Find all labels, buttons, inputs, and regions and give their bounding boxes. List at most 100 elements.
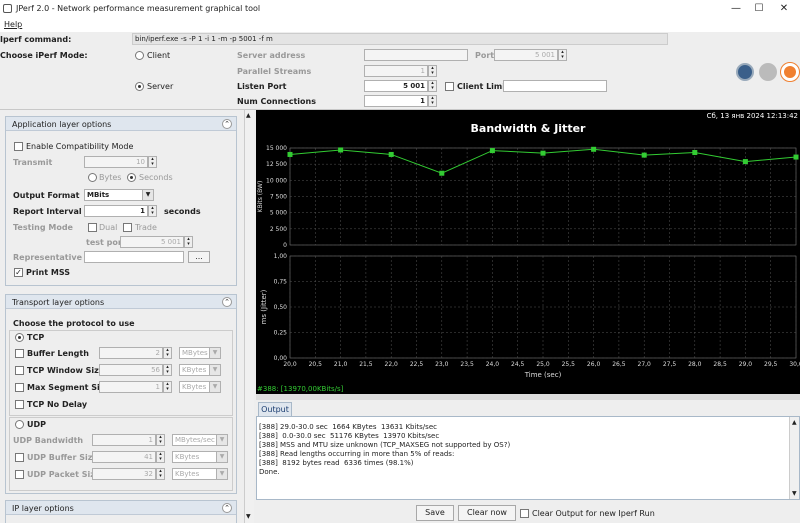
rep-file-input[interactable]: [84, 251, 184, 263]
buffer-input[interactable]: 2: [99, 347, 163, 359]
seconds-radio[interactable]: [127, 173, 136, 182]
tab-output[interactable]: Output: [258, 402, 292, 416]
trade-checkbox[interactable]: [123, 223, 132, 232]
udp-bw-spinner[interactable]: ▴ ▾: [156, 434, 165, 446]
chart-title: Bandwidth & Jitter: [471, 122, 587, 135]
test-port-input[interactable]: 5 001: [120, 236, 184, 248]
collapse-icon[interactable]: ⌃: [222, 503, 232, 513]
mss-unit-select[interactable]: KBytes ▼: [179, 381, 221, 393]
y-tick-label: 12 500: [266, 161, 287, 168]
nodelay-checkbox[interactable]: [15, 400, 24, 409]
client-limit-checkbox[interactable]: [445, 82, 454, 91]
buffer-checkbox[interactable]: [15, 349, 24, 358]
listen-port-spinner[interactable]: ▴ ▾: [428, 80, 437, 92]
num-conn-input[interactable]: 1: [364, 95, 428, 107]
parallel-input[interactable]: 1: [364, 65, 428, 77]
x-tick-label: 21,5: [359, 361, 373, 368]
x-tick-label: 29,0: [739, 361, 753, 368]
udp-buf-input[interactable]: 41: [92, 451, 156, 463]
data-point: [641, 152, 647, 158]
collapse-icon[interactable]: ⌃: [222, 119, 232, 129]
mss-checkbox[interactable]: [15, 383, 24, 392]
run-icon[interactable]: [736, 63, 754, 81]
chevron-down-icon: ▼: [216, 435, 227, 445]
port-spinner[interactable]: ▴ ▾: [558, 49, 567, 61]
output-scrollbar[interactable]: ▲ ▼: [789, 417, 799, 499]
print-mss-checkbox[interactable]: ✓: [14, 268, 23, 277]
compat-checkbox[interactable]: [14, 142, 23, 151]
output-line: [388] MSS and MTU size unknown (TCP_MAXS…: [259, 441, 511, 449]
server-address-label: Server address: [237, 51, 306, 60]
interval-spinner[interactable]: ▴ ▾: [148, 205, 157, 217]
output-panel: Output [388] 29.0-30.0 sec 1664 KBytes 1…: [256, 400, 800, 500]
port-label: Port: [475, 51, 495, 60]
dual-checkbox[interactable]: [88, 223, 97, 232]
udp-pkt-unit: KBytes: [175, 470, 200, 478]
format-select[interactable]: MBits ▼: [84, 189, 154, 201]
udp-pkt-unit-select[interactable]: KBytes ▼: [172, 468, 228, 480]
udp-bw-unit-select[interactable]: MBytes/sec ▼: [172, 434, 228, 446]
parallel-spinner[interactable]: ▴ ▾: [428, 65, 437, 77]
browse-button[interactable]: ...: [188, 251, 210, 263]
ip-layer-header[interactable]: IP layer options ⌃: [6, 501, 236, 515]
maximize-button[interactable]: ☐: [747, 3, 771, 14]
udp-pkt-spinner[interactable]: ▴ ▾: [156, 468, 165, 480]
clear-now-button[interactable]: Clear now: [458, 505, 516, 521]
udp-buf-spinner[interactable]: ▴ ▾: [156, 451, 165, 463]
buffer-unit-select[interactable]: MBytes ▼: [179, 347, 221, 359]
udp-pkt-input[interactable]: 32: [92, 468, 156, 480]
mss-input[interactable]: 1: [99, 381, 163, 393]
chevron-down-icon: ▼: [216, 469, 227, 479]
transmit-spinner[interactable]: ▴ ▾: [148, 156, 157, 168]
app-layer-header[interactable]: Application layer options ⌃: [6, 117, 236, 131]
save-button[interactable]: Save: [416, 505, 454, 521]
transport-layer-header[interactable]: Transport layer options ⌃: [6, 295, 236, 309]
window-checkbox[interactable]: [15, 366, 24, 375]
data-point: [439, 170, 445, 176]
format-value: MBits: [87, 191, 110, 199]
transport-layer-panel: Transport layer options ⌃ Choose the pro…: [5, 294, 237, 494]
client-label: Client: [147, 51, 171, 60]
restore-defaults-icon[interactable]: [780, 62, 800, 82]
window-spinner[interactable]: ▴ ▾: [163, 364, 172, 376]
output-line: Done.: [259, 468, 280, 476]
port-input[interactable]: 5 001: [494, 49, 558, 61]
num-conn-spinner[interactable]: ▴ ▾: [428, 95, 437, 107]
buffer-spinner[interactable]: ▴ ▾: [163, 347, 172, 359]
server-radio[interactable]: [135, 82, 144, 91]
y-tick-label: 0,25: [274, 330, 288, 337]
interval-input[interactable]: 1: [84, 205, 148, 217]
mss-spinner[interactable]: ▴ ▾: [163, 381, 172, 393]
menu-help[interactable]: Help: [4, 20, 22, 29]
bytes-radio[interactable]: [88, 173, 97, 182]
tcp-radio[interactable]: [15, 333, 24, 342]
server-address-input[interactable]: [364, 49, 468, 61]
udp-buf-checkbox[interactable]: [15, 453, 24, 462]
close-button[interactable]: ✕: [772, 3, 796, 14]
app-icon: [3, 4, 12, 13]
window-unit-select[interactable]: KBytes ▼: [179, 364, 221, 376]
client-limit-input[interactable]: [503, 80, 607, 92]
udp-bw-input[interactable]: 1: [92, 434, 156, 446]
x-tick-label: 27,5: [663, 361, 677, 368]
output-line: [388] 0.0-30.0 sec 51176 KBytes 13970 Kb…: [259, 432, 440, 440]
data-point: [388, 151, 394, 157]
udp-radio[interactable]: [15, 420, 24, 429]
mss-unit: KBytes: [182, 383, 207, 391]
udp-buf-unit-select[interactable]: KBytes ▼: [172, 451, 228, 463]
buffer-unit: MBytes: [182, 349, 208, 357]
sidebar-scrollbar[interactable]: ▲ ▼: [244, 110, 254, 523]
test-port-spinner[interactable]: ▴ ▾: [184, 236, 193, 248]
data-point: [540, 150, 546, 156]
listen-port-input[interactable]: 5 001: [364, 80, 428, 92]
output-textarea[interactable]: [388] 29.0-30.0 sec 1664 KBytes 13631 Kb…: [256, 416, 800, 500]
window-input[interactable]: 56: [99, 364, 163, 376]
data-point: [742, 159, 748, 165]
minimize-button[interactable]: —: [724, 3, 748, 14]
client-radio[interactable]: [135, 51, 144, 60]
udp-pkt-checkbox[interactable]: [15, 470, 24, 479]
stop-icon[interactable]: [759, 63, 777, 81]
collapse-icon[interactable]: ⌃: [222, 297, 232, 307]
transmit-input[interactable]: 10: [84, 156, 148, 168]
clear-new-checkbox[interactable]: [520, 509, 529, 518]
